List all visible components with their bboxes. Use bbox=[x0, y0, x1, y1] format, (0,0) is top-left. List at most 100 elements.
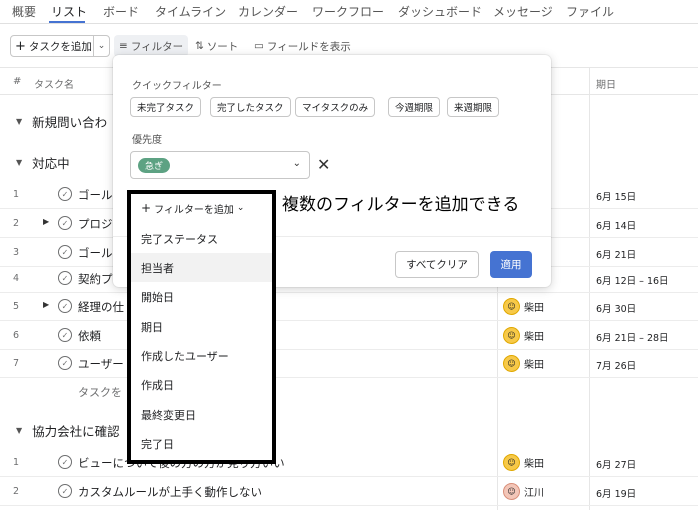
due-date[interactable]: 6月 30日 bbox=[596, 301, 636, 315]
expand-subtasks-icon[interactable]: ▶ bbox=[43, 300, 49, 309]
filter-button[interactable]: ≡ フィルター bbox=[114, 35, 189, 57]
complete-check-icon[interactable]: ✓ bbox=[58, 271, 72, 285]
task-name[interactable]: カスタムルールが上手く動作しない bbox=[78, 484, 262, 500]
complete-check-icon[interactable]: ✓ bbox=[58, 187, 72, 201]
assignee[interactable]: ☺ 江川 bbox=[503, 483, 544, 500]
task-name[interactable]: 経理の仕 bbox=[78, 299, 124, 315]
complete-check-icon[interactable]: ✓ bbox=[58, 328, 72, 342]
task-name[interactable]: ゴール bbox=[78, 245, 113, 261]
expand-subtasks-icon[interactable]: ▶ bbox=[43, 217, 49, 226]
task-name[interactable]: 依頼 bbox=[78, 328, 101, 344]
priority-select[interactable]: 急ぎ ⌄ bbox=[130, 151, 310, 179]
complete-check-icon[interactable]: ✓ bbox=[58, 356, 72, 370]
menu-item-due-date[interactable]: 期日 bbox=[131, 312, 272, 341]
section-title: 新規問い合わ bbox=[32, 115, 108, 130]
tab-timeline[interactable]: タイムライン bbox=[155, 3, 226, 20]
add-task-inline-button[interactable]: タスクを bbox=[78, 384, 122, 400]
section-header[interactable]: ▼ 新規問い合わ bbox=[16, 112, 107, 131]
row-number: 7 bbox=[13, 358, 20, 369]
due-date[interactable]: 6月 21日 – 28日 bbox=[596, 330, 669, 344]
task-name[interactable]: ゴール bbox=[78, 187, 113, 203]
menu-item-created-on[interactable]: 作成日 bbox=[131, 370, 272, 399]
tab-board[interactable]: ボード bbox=[103, 3, 139, 20]
complete-check-icon[interactable]: ✓ bbox=[58, 299, 72, 313]
assignee-name: 柴田 bbox=[524, 459, 544, 470]
due-date[interactable]: 6月 19日 bbox=[596, 486, 636, 500]
priority-tag: 急ぎ bbox=[138, 158, 171, 173]
tab-overview[interactable]: 概要 bbox=[12, 3, 36, 20]
caret-down-icon[interactable]: ▼ bbox=[16, 117, 22, 126]
remove-filter-icon[interactable]: ✕ bbox=[317, 155, 330, 174]
row-number: 3 bbox=[13, 247, 20, 258]
assignee[interactable]: ☺ 柴田 bbox=[503, 327, 544, 344]
table-row[interactable]: 5 ▶ ✓ 経理の仕 ☺ 柴田 6月 30日 bbox=[0, 292, 698, 321]
clear-all-button[interactable]: すべてクリア bbox=[395, 251, 479, 278]
task-name[interactable]: プロジ bbox=[78, 216, 113, 232]
menu-item-completion-status[interactable]: 完了ステータス bbox=[131, 224, 272, 253]
avatar: ☺ bbox=[503, 454, 520, 471]
add-task-dropdown-button[interactable]: ⌄ bbox=[93, 35, 110, 57]
tab-files[interactable]: ファイル bbox=[566, 3, 614, 20]
section-header[interactable]: ▼ 対応中 bbox=[16, 153, 70, 172]
row-number: 5 bbox=[13, 301, 20, 312]
complete-check-icon[interactable]: ✓ bbox=[58, 216, 72, 230]
column-header-number: # bbox=[13, 76, 22, 87]
add-filter-button[interactable]: + フィルターを追加 ⌄ bbox=[136, 198, 249, 218]
row-number: 2 bbox=[13, 218, 20, 229]
show-fields-button[interactable]: ▭ フィールドを表示 bbox=[249, 35, 356, 57]
priority-label: 優先度 bbox=[132, 135, 162, 146]
menu-item-completed-on[interactable]: 完了日 bbox=[131, 429, 272, 458]
due-date[interactable]: 7月 26日 bbox=[596, 358, 636, 372]
column-header-due-date[interactable]: 期日 bbox=[596, 76, 616, 91]
quick-filter-due-next-week[interactable]: 来週期限 bbox=[447, 97, 500, 117]
section-header[interactable]: ▼ 協力会社に確認 bbox=[16, 421, 120, 440]
menu-item-start-date[interactable]: 開始日 bbox=[131, 282, 272, 311]
assignee[interactable]: ☺ 柴田 bbox=[503, 355, 544, 372]
menu-item-created-by[interactable]: 作成したユーザー bbox=[131, 341, 272, 370]
quick-filter-completed[interactable]: 完了したタスク bbox=[210, 97, 291, 117]
caret-down-icon[interactable]: ▼ bbox=[16, 426, 22, 435]
tab-list[interactable]: リスト bbox=[51, 3, 87, 20]
table-row[interactable]: 7 ✓ ユーザー ☺ 柴田 7月 26日 bbox=[0, 349, 698, 378]
add-filter-dropdown: + フィルターを追加 ⌄ 完了ステータス 担当者 開始日 期日 作成したユーザー… bbox=[127, 190, 276, 464]
quick-filter-due-this-week[interactable]: 今週期限 bbox=[388, 97, 441, 117]
menu-item-assignee[interactable]: 担当者 bbox=[131, 253, 272, 282]
due-date[interactable]: 6月 15日 bbox=[596, 189, 636, 203]
task-name[interactable]: 契約プ bbox=[78, 271, 113, 287]
tab-dashboard[interactable]: ダッシュボード bbox=[398, 3, 482, 20]
tab-calendar[interactable]: カレンダー bbox=[238, 3, 298, 20]
sort-button[interactable]: ⇅ ソート bbox=[190, 35, 243, 57]
menu-item-last-modified[interactable]: 最終変更日 bbox=[131, 400, 272, 429]
due-date[interactable]: 6月 12日 – 16日 bbox=[596, 273, 669, 287]
complete-check-icon[interactable]: ✓ bbox=[58, 455, 72, 469]
due-date[interactable]: 6月 14日 bbox=[596, 218, 636, 232]
tab-workflow[interactable]: ワークフロー bbox=[312, 3, 384, 20]
column-header-task-name[interactable]: タスク名 bbox=[34, 76, 74, 91]
due-date[interactable]: 6月 21日 bbox=[596, 247, 636, 261]
caret-down-icon[interactable]: ▼ bbox=[16, 158, 22, 167]
due-date[interactable]: 6月 27日 bbox=[596, 457, 636, 471]
table-row[interactable]: 2 ✓ カスタムルールが上手く動作しない ☺ 江川 6月 19日 bbox=[0, 477, 698, 506]
complete-check-icon[interactable]: ✓ bbox=[58, 245, 72, 259]
add-task-button[interactable]: + タスクを追加 bbox=[10, 35, 94, 57]
section-title: 協力会社に確認 bbox=[32, 424, 120, 439]
table-row[interactable]: 6 ✓ 依頼 ☺ 柴田 6月 21日 – 28日 bbox=[0, 321, 698, 350]
assignee[interactable]: ☺ 柴田 bbox=[503, 298, 544, 315]
assignee-name: 柴田 bbox=[524, 360, 544, 371]
quick-filter-my-tasks[interactable]: マイタスクのみ bbox=[295, 97, 376, 117]
complete-check-icon[interactable]: ✓ bbox=[58, 484, 72, 498]
apply-button[interactable]: 適用 bbox=[490, 251, 532, 278]
assignee-name: 江川 bbox=[524, 488, 544, 499]
task-name[interactable]: ユーザー bbox=[78, 356, 124, 372]
chevron-down-icon: ⌄ bbox=[236, 203, 245, 213]
section-title: 対応中 bbox=[32, 156, 70, 171]
tab-messages[interactable]: メッセージ bbox=[493, 3, 553, 20]
assignee-name: 柴田 bbox=[524, 303, 544, 314]
table-row[interactable]: 1 ✓ ビューについて後の方の方が見り方いい ☺ 柴田 6月 27日 bbox=[0, 448, 698, 477]
row-number: 1 bbox=[13, 189, 20, 200]
quick-filter-incomplete[interactable]: 未完了タスク bbox=[130, 97, 202, 117]
avatar: ☺ bbox=[503, 298, 520, 315]
assignee[interactable]: ☺ 柴田 bbox=[503, 454, 544, 471]
sort-label: ソート bbox=[206, 40, 239, 53]
assignee-name: 柴田 bbox=[524, 332, 544, 343]
